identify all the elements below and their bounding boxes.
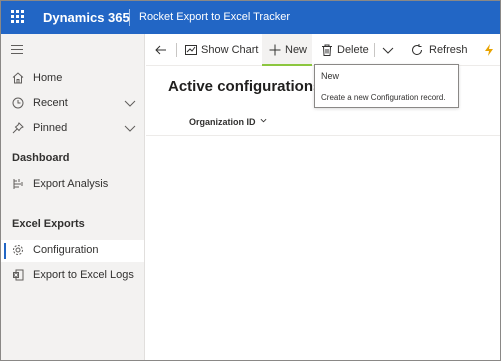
tooltip-title: New (321, 71, 340, 81)
sidebar-item-recent[interactable]: Recent (1, 93, 144, 115)
sidebar-item-export-analysis[interactable]: Export Analysis (1, 174, 144, 196)
back-arrow-icon (155, 45, 166, 55)
group-title-dashboard: Dashboard (12, 152, 70, 164)
command-bar: Show Chart New Delete Refresh (146, 34, 500, 66)
plus-icon (269, 44, 281, 56)
app-launcher-icon[interactable] (11, 10, 25, 24)
top-header: Dynamics 365 Rocket Export to Excel Trac… (1, 1, 500, 34)
tooltip-description: Create a new Configuration record. (321, 93, 446, 102)
home-icon (12, 72, 24, 84)
refresh-label: Refresh (429, 44, 468, 56)
sidebar-item-label: Recent (33, 97, 68, 109)
refresh-icon (412, 44, 423, 56)
trash-icon (322, 44, 332, 56)
clock-icon (12, 97, 24, 109)
new-button-tooltip: New Create a new Configuration record. (314, 64, 459, 108)
refresh-button[interactable]: Refresh (406, 34, 468, 66)
column-header-organization-id[interactable]: Organization ID (189, 117, 267, 127)
new-label: New (285, 44, 308, 56)
group-title-excel-exports: Excel Exports (12, 218, 85, 230)
delete-label: Delete (337, 44, 369, 56)
delete-button[interactable]: Delete (316, 34, 372, 66)
show-chart-button[interactable]: Show Chart (180, 34, 260, 66)
sidebar-item-export-to-excel-logs[interactable]: Export to Excel Logs (1, 265, 144, 287)
show-chart-label: Show Chart (201, 44, 259, 56)
dashboard-icon (13, 179, 23, 189)
command-divider (176, 43, 177, 57)
header-divider (129, 9, 130, 26)
sidebar-item-home[interactable]: Home (1, 68, 144, 90)
lightning-icon (485, 44, 493, 56)
chevron-down-icon[interactable] (124, 97, 136, 109)
sidebar-item-label: Configuration (33, 244, 99, 256)
sidebar-item-pinned[interactable]: Pinned (1, 118, 144, 140)
app-title: Rocket Export to Excel Tracker (139, 11, 290, 23)
sitemap-sidebar: Home Recent Pinned Dashboard Export Anal… (1, 34, 145, 360)
gear-icon (13, 245, 23, 255)
chevron-down-icon (260, 118, 267, 123)
command-divider (374, 43, 375, 57)
visualize-button[interactable] (480, 34, 500, 66)
chevron-down-icon (382, 47, 394, 54)
excel-icon (13, 269, 24, 281)
sidebar-item-label: Export Analysis (33, 178, 109, 190)
more-delete-options-button[interactable] (378, 34, 398, 66)
hamburger-menu-icon[interactable] (11, 45, 23, 54)
column-header-label: Organization ID (189, 117, 256, 127)
chevron-down-icon[interactable] (124, 122, 136, 134)
chart-icon (185, 45, 197, 55)
grid-divider (146, 135, 500, 136)
sidebar-item-label: Home (33, 72, 63, 84)
view-title[interactable]: Active configurations (168, 78, 321, 95)
back-button[interactable] (146, 34, 176, 66)
pin-icon (12, 122, 24, 134)
sidebar-item-label: Pinned (33, 122, 68, 134)
app-name[interactable]: Dynamics 365 (43, 10, 130, 25)
new-button[interactable]: New (262, 34, 312, 66)
sidebar-item-configuration[interactable]: Configuration (1, 240, 144, 262)
sidebar-item-label: Export to Excel Logs (33, 269, 134, 281)
